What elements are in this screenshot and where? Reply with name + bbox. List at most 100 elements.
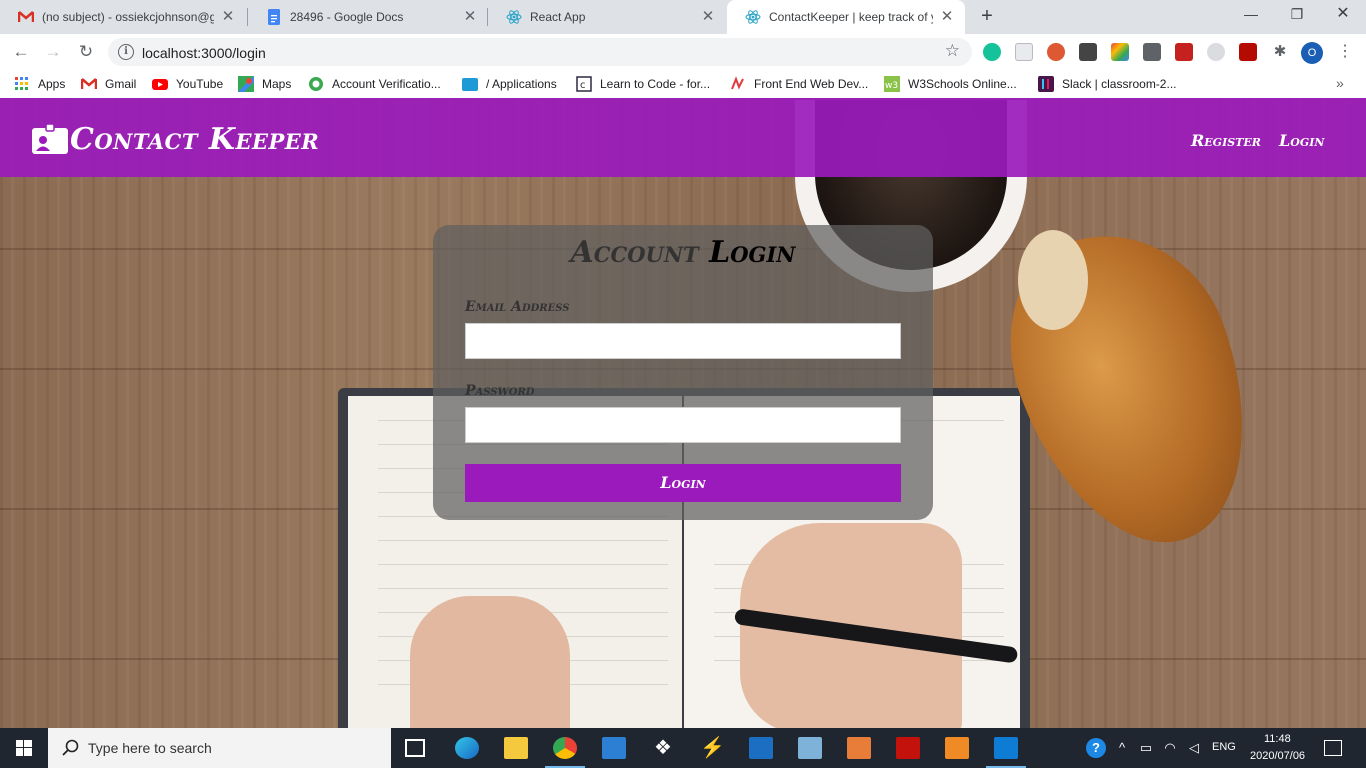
title-account: Account: [570, 235, 699, 270]
login-form-card: Account Login Email Address Password Log…: [433, 225, 933, 520]
taskbar-search-box[interactable]: Type here to search: [48, 728, 391, 768]
croissant-bite-image: [1018, 230, 1088, 330]
bookmark-maps[interactable]: Maps: [238, 75, 291, 93]
puzzle-extensions-icon[interactable]: ✱: [1271, 43, 1289, 61]
minimize-button[interactable]: —: [1228, 0, 1274, 30]
window-close-button[interactable]: ✕: [1320, 0, 1366, 30]
bookmark-youtube[interactable]: YouTube: [152, 75, 223, 93]
title-login: Login: [709, 235, 796, 270]
bookmark-account-verification[interactable]: Account Verificatio...: [308, 75, 441, 93]
more-bookmarks-icon[interactable]: »: [1336, 75, 1344, 91]
w3schools-icon: w3: [884, 76, 900, 92]
verification-icon: [309, 77, 323, 91]
bookmark-applications[interactable]: / Applications: [462, 75, 557, 93]
close-icon[interactable]: ✕: [939, 9, 955, 25]
slack-taskbar-icon[interactable]: ⚡: [700, 737, 725, 759]
password-field[interactable]: [465, 407, 901, 443]
windows-logo-icon: [16, 740, 32, 756]
bookmark-label: YouTube: [176, 77, 224, 91]
vscode-icon[interactable]: [994, 737, 1018, 759]
apps-grid-icon: [15, 77, 28, 90]
grammarly-extension-icon[interactable]: [983, 43, 1001, 61]
acrobat-reader-icon[interactable]: [896, 737, 920, 759]
dropbox-icon[interactable]: ❖: [651, 737, 675, 759]
reload-button[interactable]: ↻: [74, 40, 98, 64]
tab-title: React App: [530, 10, 586, 24]
bookmark-label: Apps: [38, 77, 66, 91]
url-text[interactable]: localhost:3000/login: [142, 45, 266, 61]
extension-icon[interactable]: [1079, 43, 1097, 61]
chrome-icon[interactable]: [553, 737, 577, 759]
restore-button[interactable]: ❐: [1274, 0, 1320, 30]
address-bar[interactable]: i localhost:3000/login ☆: [108, 38, 972, 66]
profile-avatar[interactable]: O: [1301, 42, 1323, 64]
tab-contactkeeper[interactable]: ContactKeeper | keep track of your conta…: [727, 0, 965, 34]
bookmark-label: Slack | classroom-2...: [1062, 77, 1177, 91]
help-icon[interactable]: ?: [1086, 738, 1106, 758]
gmail-icon: [81, 78, 97, 89]
windows-taskbar: Type here to search ❖ ⚡ ? ^ ▭ ◠ ◁ ENG 11…: [0, 728, 1366, 768]
browser-toolbar: ← → ↻ i localhost:3000/login ☆ ✱ O ⋮: [0, 34, 1366, 70]
notifications-icon[interactable]: [1324, 740, 1342, 756]
forward-button[interactable]: →: [41, 40, 65, 64]
site-info-icon[interactable]: i: [118, 44, 134, 60]
tab-title: (no subject) - ossiekcjohnson@gmail.com …: [42, 10, 214, 24]
id-badge-icon: [32, 124, 68, 154]
extension-icon[interactable]: [1015, 43, 1033, 61]
close-icon[interactable]: ✕: [462, 9, 478, 25]
task-view-icon[interactable]: [405, 739, 425, 757]
menu-dots-icon[interactable]: ⋮: [1337, 40, 1353, 64]
media-player-icon[interactable]: [749, 737, 773, 759]
bookmark-label: Maps: [262, 77, 292, 91]
browser-tab-strip: (no subject) - ossiekcjohnson@gmail.com …: [0, 0, 1366, 34]
youtube-icon: [152, 79, 168, 90]
back-button[interactable]: ←: [9, 40, 33, 64]
battery-icon[interactable]: ▭: [1138, 740, 1154, 756]
volume-icon[interactable]: ◁: [1186, 740, 1202, 756]
adobe-acrobat-icon[interactable]: [1239, 43, 1257, 61]
close-icon[interactable]: ✕: [700, 9, 716, 25]
extension-icon[interactable]: [1207, 43, 1225, 61]
app-icon[interactable]: [798, 737, 822, 759]
bookmark-frontend[interactable]: Front End Web Dev...: [730, 75, 868, 93]
bookmark-apps[interactable]: Apps: [14, 75, 65, 93]
duckduckgo-extension-icon[interactable]: [1047, 43, 1065, 61]
bookmark-star-icon[interactable]: ☆: [945, 41, 960, 61]
tab-google-docs[interactable]: 28496 - Google Docs ✕: [248, 0, 488, 34]
password-label: Password: [465, 383, 535, 399]
extension-icon[interactable]: [1175, 43, 1193, 61]
start-button[interactable]: [0, 728, 48, 768]
tab-title: 28496 - Google Docs: [290, 10, 404, 24]
bookmark-label: Account Verificatio...: [332, 77, 441, 91]
wifi-icon[interactable]: ◠: [1162, 740, 1178, 756]
language-indicator[interactable]: ENG: [1212, 741, 1236, 753]
bookmark-w3schools[interactable]: w3 W3Schools Online...: [884, 75, 1017, 93]
video-editor-icon[interactable]: [847, 737, 871, 759]
new-tab-button[interactable]: +: [976, 5, 998, 27]
close-icon[interactable]: ✕: [220, 9, 236, 25]
google-docs-icon: [266, 9, 282, 25]
chevron-up-icon[interactable]: ^: [1114, 740, 1130, 756]
register-link[interactable]: Register: [1191, 131, 1261, 150]
email-label: Email Address: [465, 299, 570, 315]
extension-icon[interactable]: [1111, 43, 1129, 61]
brand-logo[interactable]: Contact Keeper: [32, 122, 319, 157]
mail-icon[interactable]: [602, 737, 626, 759]
extension-icon[interactable]: [1143, 43, 1161, 61]
clock-time[interactable]: 11:48: [1264, 733, 1291, 745]
clock-date[interactable]: 2020/07/06: [1250, 750, 1305, 762]
bookmark-gmail[interactable]: Gmail: [81, 75, 136, 93]
bookmark-freecodecamp[interactable]: c Learn to Code - for...: [576, 75, 710, 93]
sublime-text-icon[interactable]: [945, 737, 969, 759]
edge-icon[interactable]: [455, 737, 479, 759]
svg-text:w3: w3: [885, 81, 898, 91]
bookmark-slack[interactable]: Slack | classroom-2...: [1038, 75, 1176, 93]
page-title: Account Login: [433, 235, 933, 270]
tab-gmail[interactable]: (no subject) - ossiekcjohnson@gmail.com …: [0, 0, 246, 34]
login-link[interactable]: Login: [1279, 131, 1324, 150]
file-explorer-icon[interactable]: [504, 737, 528, 759]
login-submit-button[interactable]: Login: [465, 464, 901, 502]
email-field[interactable]: [465, 323, 901, 359]
tab-react-app[interactable]: React App ✕: [488, 0, 726, 34]
bookmark-label: Gmail: [105, 77, 137, 91]
